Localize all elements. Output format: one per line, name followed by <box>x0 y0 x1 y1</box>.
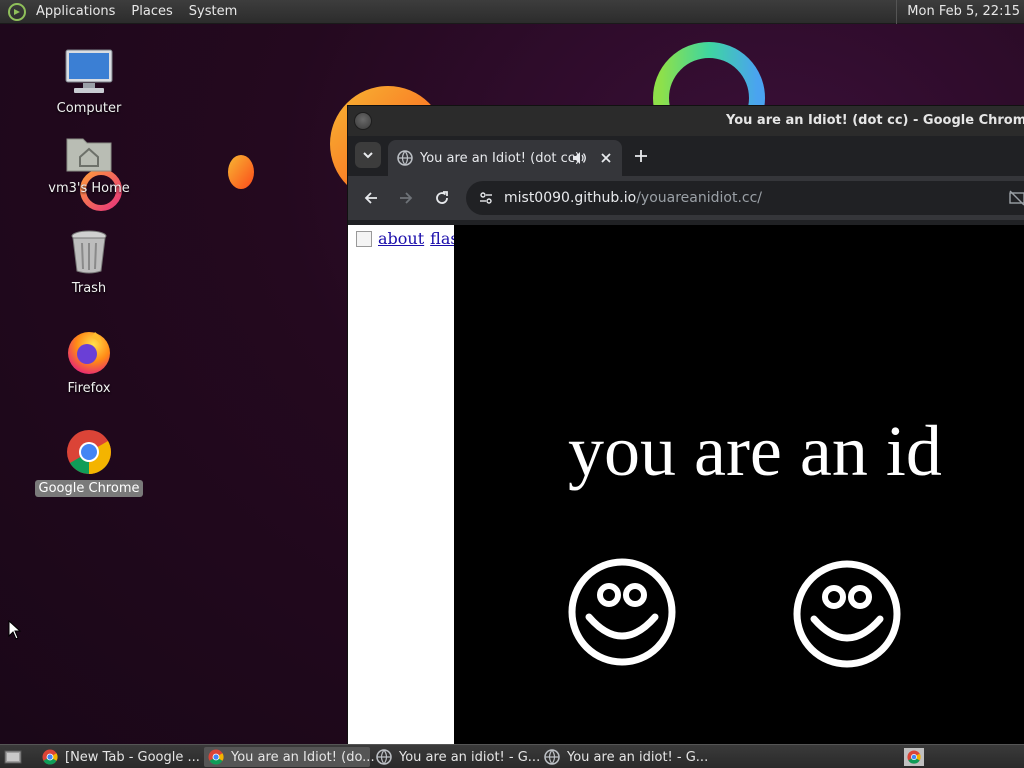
arrow-left-icon <box>364 192 377 204</box>
chrome-icon <box>63 426 115 478</box>
globe-icon <box>397 150 413 166</box>
taskbar-item-new-tab[interactable]: [New Tab - Google ... <box>38 747 200 767</box>
close-icon[interactable] <box>598 150 614 170</box>
url-host: mist0090.github.io <box>504 190 637 206</box>
globe-icon <box>376 749 392 765</box>
firefox-icon <box>63 326 115 378</box>
taskbar-item-label: You are an Idiot! (do... <box>231 749 375 765</box>
top-panel: Applications Places System Mon Feb 5, 22… <box>0 0 1024 24</box>
mouse-cursor-icon <box>8 620 22 640</box>
browser-toolbar: mist0090.github.io/youareanidiot.cc/ <box>348 176 1024 220</box>
computer-icon <box>63 46 115 98</box>
back-button[interactable] <box>360 187 382 209</box>
left-frame: about flash <box>348 225 469 745</box>
desktop-icon-google-chrome[interactable]: Google Chrome <box>34 426 144 497</box>
url-path: /youareanidiot.cc/ <box>636 190 763 206</box>
smiley-face-icon <box>568 558 676 666</box>
clock[interactable]: Mon Feb 5, 22:15 <box>896 0 1024 24</box>
about-link[interactable]: about <box>378 229 424 248</box>
menu-applications[interactable]: Applications <box>28 0 123 24</box>
tab-title: You are an Idiot! (dot cc) <box>420 150 580 166</box>
broken-image-icon <box>356 230 372 247</box>
bottom-taskbar: [New Tab - Google ... You are an Idiot! … <box>0 744 1024 768</box>
globe-icon <box>544 749 560 765</box>
desktop-icon-label: vm3's Home <box>48 181 130 196</box>
tab-strip: You are an Idiot! (dot cc) <box>348 136 1024 176</box>
arrow-right-icon <box>400 192 413 204</box>
chrome-icon <box>208 749 224 765</box>
main-frame: you are an id <box>454 225 1024 745</box>
chrome-window: You are an Idiot! (dot cc) - Google Chro… <box>347 105 1024 745</box>
desktop-icon-home[interactable]: vm3's Home <box>34 126 144 197</box>
window-menu-button[interactable] <box>354 112 372 130</box>
desktop-icon-label: Trash <box>71 281 107 296</box>
taskbar-item-idiot-2[interactable]: You are an idiot! - G... <box>540 747 709 767</box>
plus-icon <box>635 150 647 162</box>
speaker-icon[interactable] <box>571 150 587 170</box>
desktop-icon-label: Computer <box>56 101 122 116</box>
reload-icon <box>436 191 448 204</box>
site-info-icon[interactable] <box>476 188 496 208</box>
desktop-icon-trash[interactable]: Trash <box>34 226 144 297</box>
chevron-down-icon <box>363 152 373 159</box>
desktop-icon-computer[interactable]: Computer <box>34 46 144 117</box>
taskbar-item-active-chrome[interactable]: You are an Idiot! (do... <box>204 747 375 767</box>
tray-chrome-icon[interactable] <box>904 748 924 766</box>
taskbar-item-label: You are an idiot! - G... <box>399 749 541 765</box>
new-tab-button[interactable] <box>630 145 652 167</box>
desktop-icon-firefox[interactable]: Firefox <box>34 326 144 397</box>
menu-system[interactable]: System <box>181 0 245 24</box>
show-desktop-icon <box>4 750 22 763</box>
page-viewport: about flash you are an id <box>348 225 1024 745</box>
chrome-icon <box>42 749 58 765</box>
window-title: You are an Idiot! (dot cc) - Google Chro… <box>726 113 1024 128</box>
popup-blocked-icon[interactable] <box>1008 189 1024 211</box>
address-bar[interactable]: mist0090.github.io/youareanidiot.cc/ <box>466 181 1024 215</box>
distro-logo-icon[interactable] <box>6 1 28 23</box>
smiley-face-icon <box>793 560 901 668</box>
panel-menu: Applications Places System <box>0 0 245 24</box>
window-titlebar[interactable]: You are an Idiot! (dot cc) - Google Chro… <box>348 106 1024 136</box>
browser-tab[interactable]: You are an Idiot! (dot cc) <box>388 140 622 176</box>
menu-places[interactable]: Places <box>123 0 180 24</box>
taskbar-item-idiot-1[interactable]: You are an idiot! - G... <box>372 747 541 767</box>
trash-icon <box>63 226 115 278</box>
frame-links: about flash <box>356 229 469 248</box>
desktop-icon-label: Firefox <box>67 381 111 396</box>
desktop-icon-label: Google Chrome <box>34 480 144 497</box>
show-desktop-button[interactable] <box>2 746 24 768</box>
page-headline: you are an id <box>568 411 942 491</box>
forward-button[interactable] <box>395 187 417 209</box>
tab-search-button[interactable] <box>355 142 381 168</box>
home-folder-icon <box>63 126 115 178</box>
taskbar-item-label: [New Tab - Google ... <box>65 749 200 765</box>
reload-button[interactable] <box>431 187 453 209</box>
taskbar-item-label: You are an idiot! - G... <box>567 749 709 765</box>
